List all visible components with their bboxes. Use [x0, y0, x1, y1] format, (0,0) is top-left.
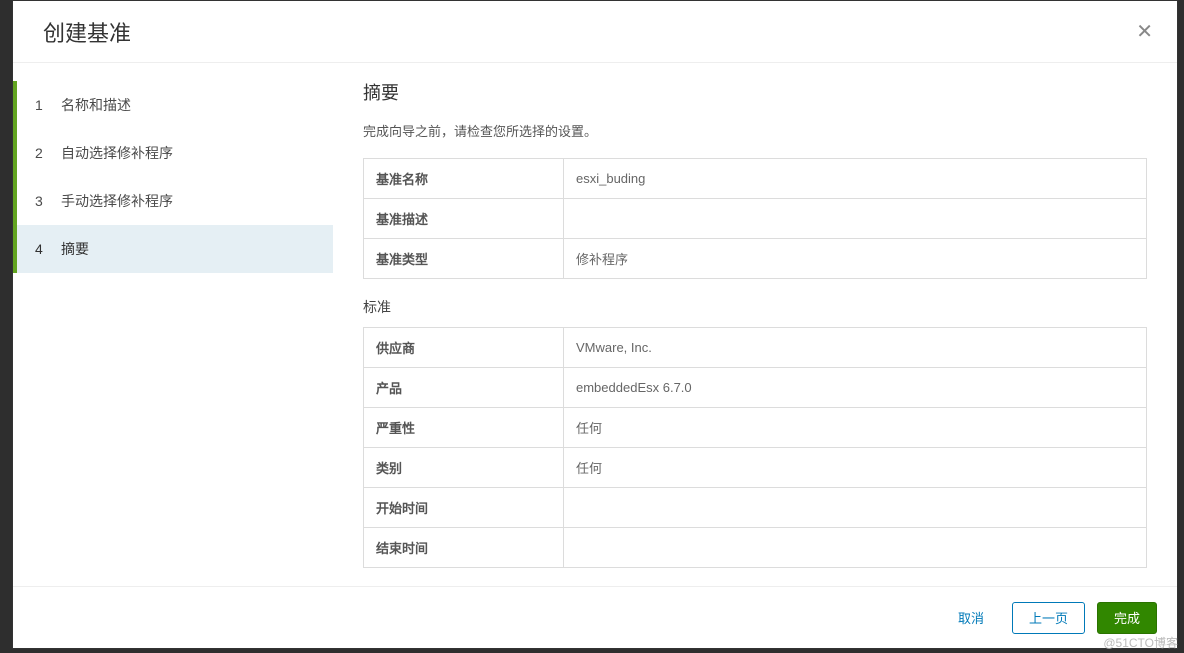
cancel-button[interactable]: 取消 — [942, 602, 1000, 634]
step-number: 2 — [35, 145, 61, 161]
summary-baseline-table: 基准名称esxi_buding 基准描述 基准类型修补程序 — [363, 158, 1147, 279]
cell-key: 供应商 — [364, 328, 564, 368]
cell-key: 开始时间 — [364, 488, 564, 528]
cell-value — [564, 199, 1147, 239]
cell-value — [564, 528, 1147, 568]
cell-key: 基准名称 — [364, 159, 564, 199]
step-number: 4 — [35, 241, 61, 257]
step-number: 3 — [35, 193, 61, 209]
cell-key: 基准描述 — [364, 199, 564, 239]
table-row: 结束时间 — [364, 528, 1147, 568]
cell-key: 类别 — [364, 448, 564, 488]
step-list: 1 名称和描述 2 自动选择修补程序 3 手动选择修补程序 4 摘要 — [13, 81, 333, 273]
cell-key: 严重性 — [364, 408, 564, 448]
summary-criteria-table: 供应商VMware, Inc. 产品embeddedEsx 6.7.0 严重性任… — [363, 327, 1147, 568]
modal-header: 创建基准 ✕ — [13, 1, 1177, 63]
cell-value — [564, 488, 1147, 528]
wizard-content: 摘要 完成向导之前，请检查您所选择的设置。 基准名称esxi_buding 基准… — [333, 63, 1177, 586]
wizard-modal: 创建基准 ✕ 1 名称和描述 2 自动选择修补程序 3 手动选择修补程序 4 — [12, 0, 1178, 649]
table-row: 开始时间 — [364, 488, 1147, 528]
table-row: 基准描述 — [364, 199, 1147, 239]
cell-key: 结束时间 — [364, 528, 564, 568]
close-icon[interactable]: ✕ — [1136, 22, 1153, 42]
step-manual-select-patches[interactable]: 3 手动选择修补程序 — [13, 177, 333, 225]
step-label: 手动选择修补程序 — [61, 191, 173, 211]
content-subtitle: 完成向导之前，请检查您所选择的设置。 — [363, 121, 1147, 140]
step-summary[interactable]: 4 摘要 — [13, 225, 333, 273]
cell-key: 基准类型 — [364, 239, 564, 279]
cell-value: 任何 — [564, 448, 1147, 488]
step-label: 摘要 — [61, 239, 89, 259]
table-row: 基准名称esxi_buding — [364, 159, 1147, 199]
table-row: 供应商VMware, Inc. — [364, 328, 1147, 368]
table-row: 基准类型修补程序 — [364, 239, 1147, 279]
cell-value: embeddedEsx 6.7.0 — [564, 368, 1147, 408]
table-row: 类别任何 — [364, 448, 1147, 488]
step-number: 1 — [35, 97, 61, 113]
step-auto-select-patches[interactable]: 2 自动选择修补程序 — [13, 129, 333, 177]
back-button[interactable]: 上一页 — [1012, 602, 1085, 634]
finish-button[interactable]: 完成 — [1097, 602, 1157, 634]
cell-key: 产品 — [364, 368, 564, 408]
step-label: 自动选择修补程序 — [61, 143, 173, 163]
cell-value: esxi_buding — [564, 159, 1147, 199]
modal-title: 创建基准 — [43, 16, 131, 48]
table-row: 严重性任何 — [364, 408, 1147, 448]
modal-body: 1 名称和描述 2 自动选择修补程序 3 手动选择修补程序 4 摘要 摘要 — [13, 63, 1177, 586]
wizard-sidebar: 1 名称和描述 2 自动选择修补程序 3 手动选择修补程序 4 摘要 — [13, 63, 333, 586]
table-row: 产品embeddedEsx 6.7.0 — [364, 368, 1147, 408]
step-label: 名称和描述 — [61, 95, 131, 115]
content-title: 摘要 — [363, 79, 1147, 105]
criteria-section-label: 标准 — [363, 297, 1147, 317]
cell-value: 任何 — [564, 408, 1147, 448]
modal-footer: 取消 上一页 完成 — [13, 586, 1177, 648]
cell-value: 修补程序 — [564, 239, 1147, 279]
step-name-description[interactable]: 1 名称和描述 — [13, 81, 333, 129]
cell-value: VMware, Inc. — [564, 328, 1147, 368]
